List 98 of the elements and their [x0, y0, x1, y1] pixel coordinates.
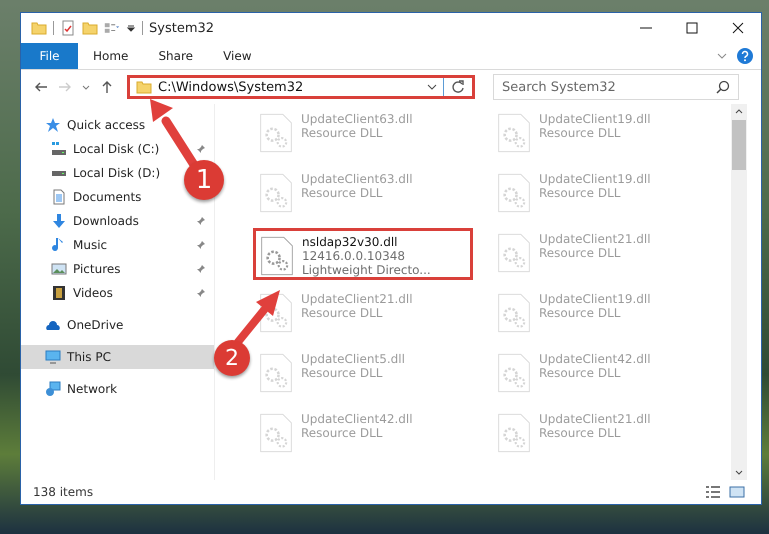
properties-icon[interactable]: [60, 20, 76, 36]
file-detail: Resource DLL: [539, 186, 622, 200]
sidebar-label: Music: [73, 238, 108, 252]
gear-file-icon: [497, 232, 531, 274]
refresh-icon[interactable]: [450, 79, 466, 95]
sidebar-label: This PC: [67, 350, 111, 364]
gear-file-icon: [497, 172, 531, 214]
close-icon: [732, 22, 744, 34]
picture-icon: [51, 261, 67, 277]
search-icon: [715, 79, 731, 95]
file-name: UpdateClient21.dll: [301, 292, 413, 306]
maximize-icon: [686, 22, 698, 34]
file-name: UpdateClient21.dll: [539, 412, 651, 426]
sidebar-label: Network: [67, 382, 118, 396]
gear-file-icon: [259, 112, 293, 154]
file-detail: Lightweight Directo...: [302, 263, 431, 277]
sidebar-item[interactable]: Quick access: [21, 113, 154, 137]
folder-icon: [136, 79, 152, 95]
file-detail: Resource DLL: [301, 366, 384, 380]
drive-icon: [51, 141, 67, 157]
drive-icon: [51, 170, 67, 176]
gear-file-icon: [259, 172, 293, 214]
monitor-icon: [45, 349, 61, 365]
scroll-thumb[interactable]: [732, 120, 746, 170]
file-detail: Resource DLL: [301, 426, 384, 440]
sidebar-item[interactable]: OneDrive: [21, 313, 132, 337]
gear-file-icon: [259, 352, 293, 394]
large-icons-view-icon[interactable]: [729, 484, 745, 500]
file-name: UpdateClient5.dll: [301, 352, 405, 366]
document-icon: [51, 189, 67, 205]
sidebar-item[interactable]: Local Disk (D:): [21, 161, 168, 185]
film-icon: [51, 285, 67, 301]
sidebar-item[interactable]: Documents: [21, 185, 150, 209]
gear-file-icon: [259, 412, 293, 454]
file-name: UpdateClient21.dll: [539, 232, 651, 246]
minimize-icon: [640, 27, 652, 29]
file-name: UpdateClient42.dll: [539, 352, 651, 366]
file-detail: Resource DLL: [301, 126, 384, 140]
sidebar-label: Pictures: [73, 262, 121, 276]
file-detail: Resource DLL: [301, 306, 384, 320]
sidebar-label: OneDrive: [67, 318, 124, 332]
file-detail: Resource DLL: [539, 246, 622, 260]
sidebar-label: Local Disk (D:): [73, 166, 160, 180]
dropdown-icon[interactable]: [427, 82, 437, 92]
pin-icon[interactable]: [196, 288, 206, 298]
view-options-icon[interactable]: [104, 20, 120, 36]
gear-file-icon: [497, 292, 531, 334]
file-detail: 12416.0.0.10348: [302, 249, 406, 263]
address-bar[interactable]: C:\Windows\System32: [127, 75, 475, 99]
gear-file-icon: [497, 112, 531, 154]
gear-file-icon: [497, 352, 531, 394]
down-arrow-icon: [51, 213, 67, 229]
annotation-arrow: [234, 290, 280, 346]
file-detail: Resource DLL: [539, 366, 622, 380]
address-path: C:\Windows\System32: [158, 80, 304, 94]
file-name: UpdateClient19.dll: [539, 292, 651, 306]
sidebar-item[interactable]: This PC: [21, 345, 214, 369]
file-detail: Resource DLL: [539, 426, 622, 440]
sidebar-item[interactable]: Music: [21, 233, 116, 257]
sidebar-item[interactable]: Pictures: [21, 257, 129, 281]
search-field[interactable]: Search System32: [493, 74, 739, 100]
gear-file-icon: [497, 412, 531, 454]
file-name: UpdateClient19.dll: [539, 172, 651, 186]
star-icon: [45, 117, 61, 133]
ribbon-tab[interactable]: Home: [78, 43, 144, 69]
file-name: nsldap32v30.dll: [302, 235, 399, 249]
file-detail: Resource DLL: [301, 186, 384, 200]
file-name: UpdateClient63.dll: [301, 112, 413, 126]
details-view-icon[interactable]: [705, 484, 721, 500]
pin-icon[interactable]: [196, 144, 206, 154]
gear-file-icon: [260, 235, 294, 277]
sidebar-item[interactable]: Videos: [21, 281, 121, 305]
sidebar-label: Local Disk (C:): [73, 142, 160, 156]
file-name: UpdateClient42.dll: [301, 412, 413, 426]
file-menu-button[interactable]: File: [21, 43, 78, 69]
expand-ribbon-icon[interactable]: [717, 51, 727, 61]
file-detail: Resource DLL: [539, 306, 622, 320]
sidebar-item[interactable]: Network: [21, 377, 126, 401]
help-icon[interactable]: [737, 48, 753, 64]
pin-icon[interactable]: [196, 264, 206, 274]
sidebar-label: Videos: [73, 286, 113, 300]
ribbon-tab[interactable]: View: [208, 43, 267, 69]
sidebar-label: Quick access: [67, 118, 146, 132]
sidebar-item[interactable]: Local Disk (C:): [21, 137, 168, 161]
ribbon-tab[interactable]: Share: [143, 43, 208, 69]
pin-icon[interactable]: [196, 240, 206, 250]
customize-dropdown-icon[interactable]: [126, 23, 136, 33]
sidebar-item[interactable]: Downloads: [21, 209, 147, 233]
sidebar-label: Documents: [73, 190, 142, 204]
file-item[interactable]: nsldap32v30.dll 12416.0.0.10348 Lightweight Directo...: [253, 228, 473, 280]
window-title: System32: [149, 20, 214, 36]
pin-icon[interactable]: [196, 216, 206, 226]
item-count: 138 items: [33, 485, 94, 499]
file-name: UpdateClient63.dll: [301, 172, 413, 186]
file-detail: Resource DLL: [539, 126, 622, 140]
network-icon: [45, 381, 61, 397]
sidebar-label: Downloads: [73, 214, 139, 228]
file-name: UpdateClient19.dll: [539, 112, 651, 126]
